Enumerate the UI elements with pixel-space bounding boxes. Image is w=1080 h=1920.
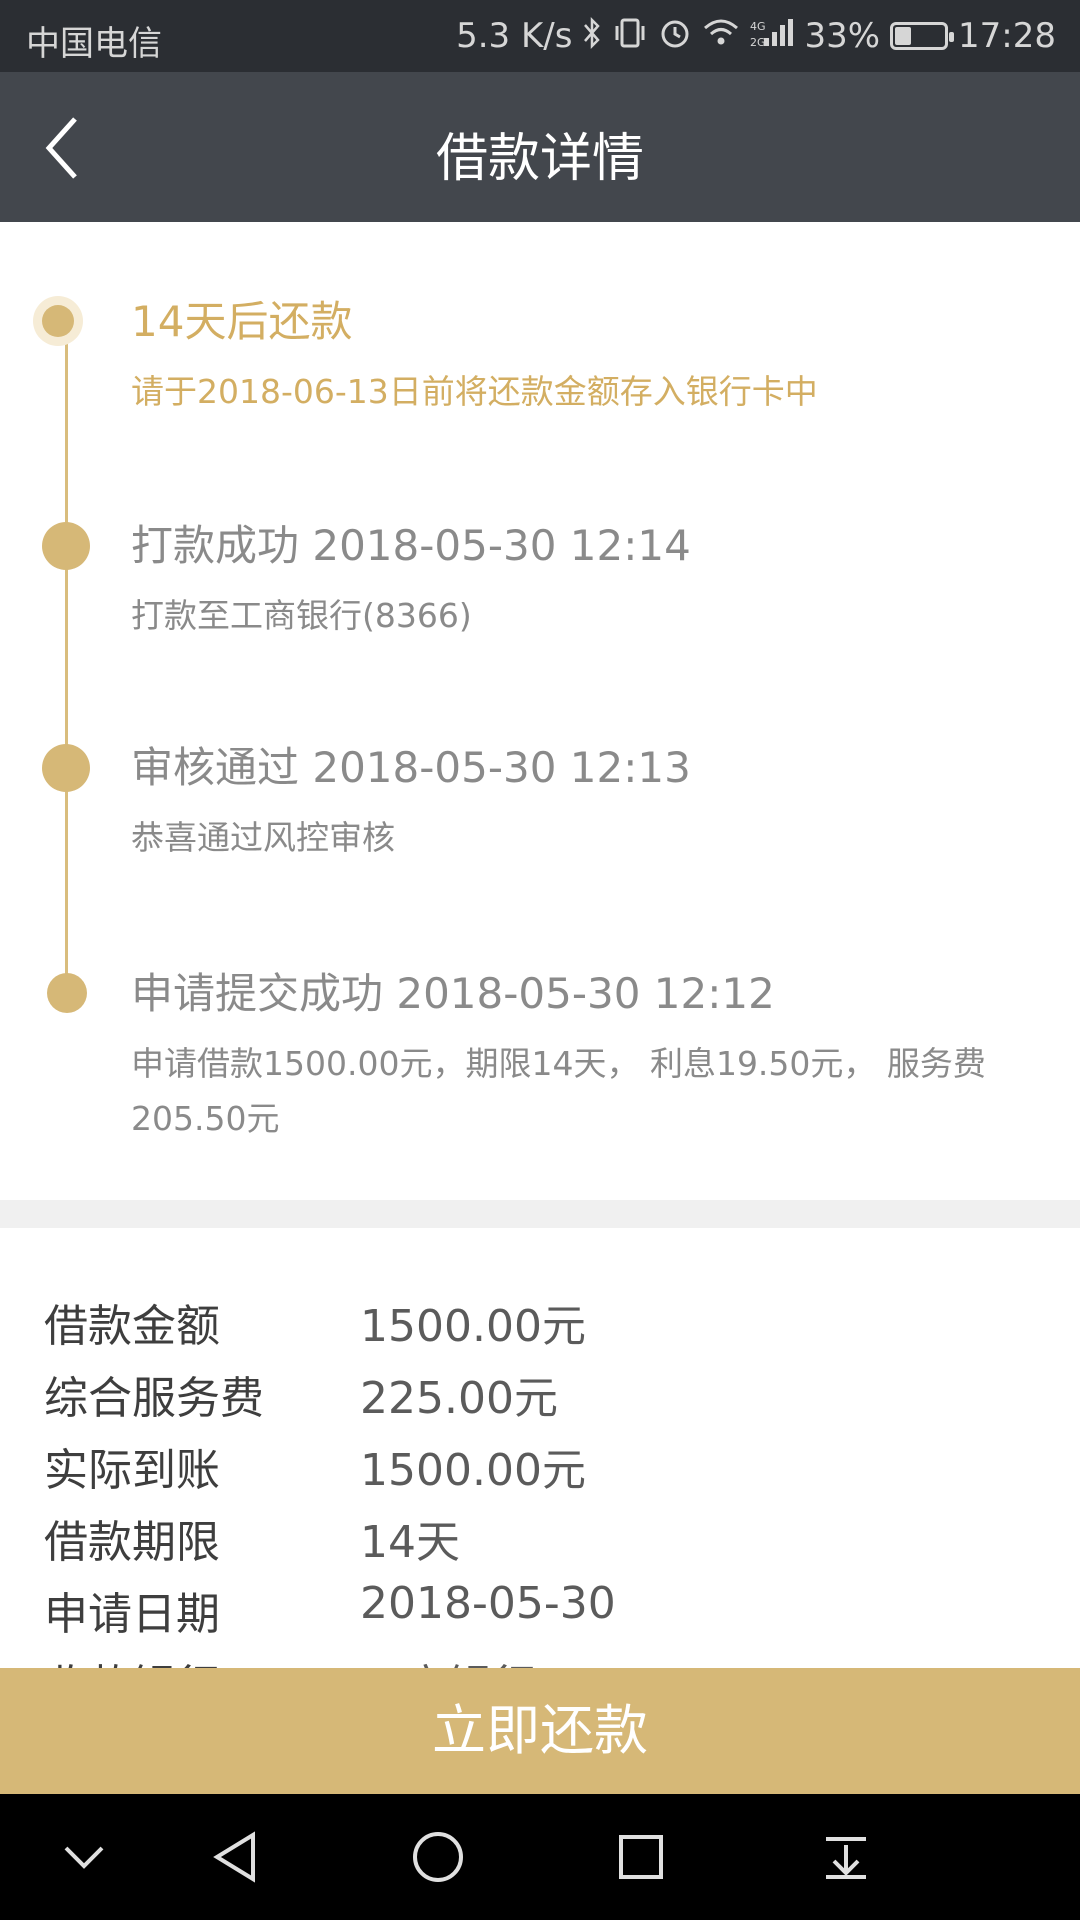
timeline-title: 审核通过 2018-05-30 12:13	[131, 743, 691, 792]
notification-pulldown-icon[interactable]	[806, 1822, 886, 1892]
detail-value: 225.00元	[360, 1373, 558, 1424]
detail-label: 综合服务费	[44, 1373, 264, 1424]
timeline-title: 打款成功 2018-05-30 12:14	[131, 521, 691, 570]
recents-square-icon[interactable]	[601, 1822, 681, 1892]
battery-icon	[890, 22, 955, 50]
status-icons: 5.3 K/s 4G 2G 33% 17:28	[456, 14, 1056, 58]
detail-value: 14天	[360, 1517, 460, 1568]
timeline-dot	[42, 744, 90, 792]
vibrate-icon	[612, 16, 648, 56]
repay-now-button[interactable]: 立即还款	[0, 1668, 1080, 1794]
loan-details: 借款金额 1500.00元 综合服务费 225.00元 实际到账 1500.00…	[0, 1228, 1080, 1668]
detail-row: 借款金额 1500.00元	[0, 1290, 1080, 1362]
system-nav-bar	[0, 1794, 1080, 1920]
alarm-icon	[658, 16, 692, 56]
svg-text:4G: 4G	[750, 20, 766, 33]
page-title: 借款详情	[435, 129, 644, 189]
detail-label: 实际到账	[44, 1445, 220, 1496]
back-triangle-icon[interactable]	[195, 1822, 275, 1892]
detail-value: 1500.00元	[360, 1445, 586, 1496]
app-header: 借款详情	[0, 72, 1080, 222]
timeline-title: 14天后还款	[131, 297, 353, 346]
carrier-name: 中国电信	[26, 24, 162, 64]
timeline-subtitle: 打款至工商银行(8366)	[131, 596, 472, 635]
timeline-title: 申请提交成功 2018-05-30 12:12	[131, 969, 775, 1018]
detail-row: 借款期限 14天	[0, 1506, 1080, 1578]
clock: 17:28	[958, 16, 1056, 56]
timeline-dot	[47, 973, 87, 1013]
timeline-subtitle: 请于2018-06-13日前将还款金额存入银行卡中	[131, 372, 818, 411]
detail-value: 1500.00元	[360, 1301, 586, 1352]
detail-row: 实际到账 1500.00元	[0, 1434, 1080, 1506]
detail-row: 申请日期 2018-05-30	[0, 1578, 1080, 1650]
svg-text:2G: 2G	[750, 36, 766, 49]
loan-timeline: 14天后还款 请于2018-06-13日前将还款金额存入银行卡中 打款成功 20…	[0, 222, 1080, 1200]
detail-label: 收款银行	[44, 1650, 220, 1668]
timeline-line	[65, 322, 68, 1012]
chevron-down-icon[interactable]	[44, 1822, 124, 1892]
section-divider	[0, 1200, 1080, 1228]
battery-percent: 33%	[804, 16, 881, 56]
home-circle-icon[interactable]	[398, 1822, 478, 1892]
timeline-subtitle: 恭喜通过风控审核	[131, 818, 395, 857]
wifi-icon	[702, 16, 740, 56]
signal-icon: 4G 2G	[750, 16, 794, 56]
detail-value: 工商银行(8366)	[360, 1650, 682, 1668]
detail-label: 借款期限	[44, 1517, 220, 1568]
detail-label: 申请日期	[44, 1589, 220, 1640]
detail-value: 2018-05-30	[360, 1578, 616, 1629]
detail-row: 收款银行 工商银行(8366)	[0, 1650, 1080, 1668]
detail-label: 借款金额	[44, 1301, 220, 1352]
timeline-dot	[42, 522, 90, 570]
timeline-subtitle: 申请借款1500.00元，期限14天， 利息19.50元， 服务费205.50元	[131, 1044, 986, 1138]
timeline-dot-active	[42, 305, 74, 337]
bluetooth-icon	[582, 16, 602, 56]
status-bar: 中国电信 5.3 K/s 4G 2G 33% 17:28	[0, 0, 1080, 72]
detail-row: 综合服务费 225.00元	[0, 1362, 1080, 1434]
network-speed: 5.3 K/s	[456, 16, 573, 56]
